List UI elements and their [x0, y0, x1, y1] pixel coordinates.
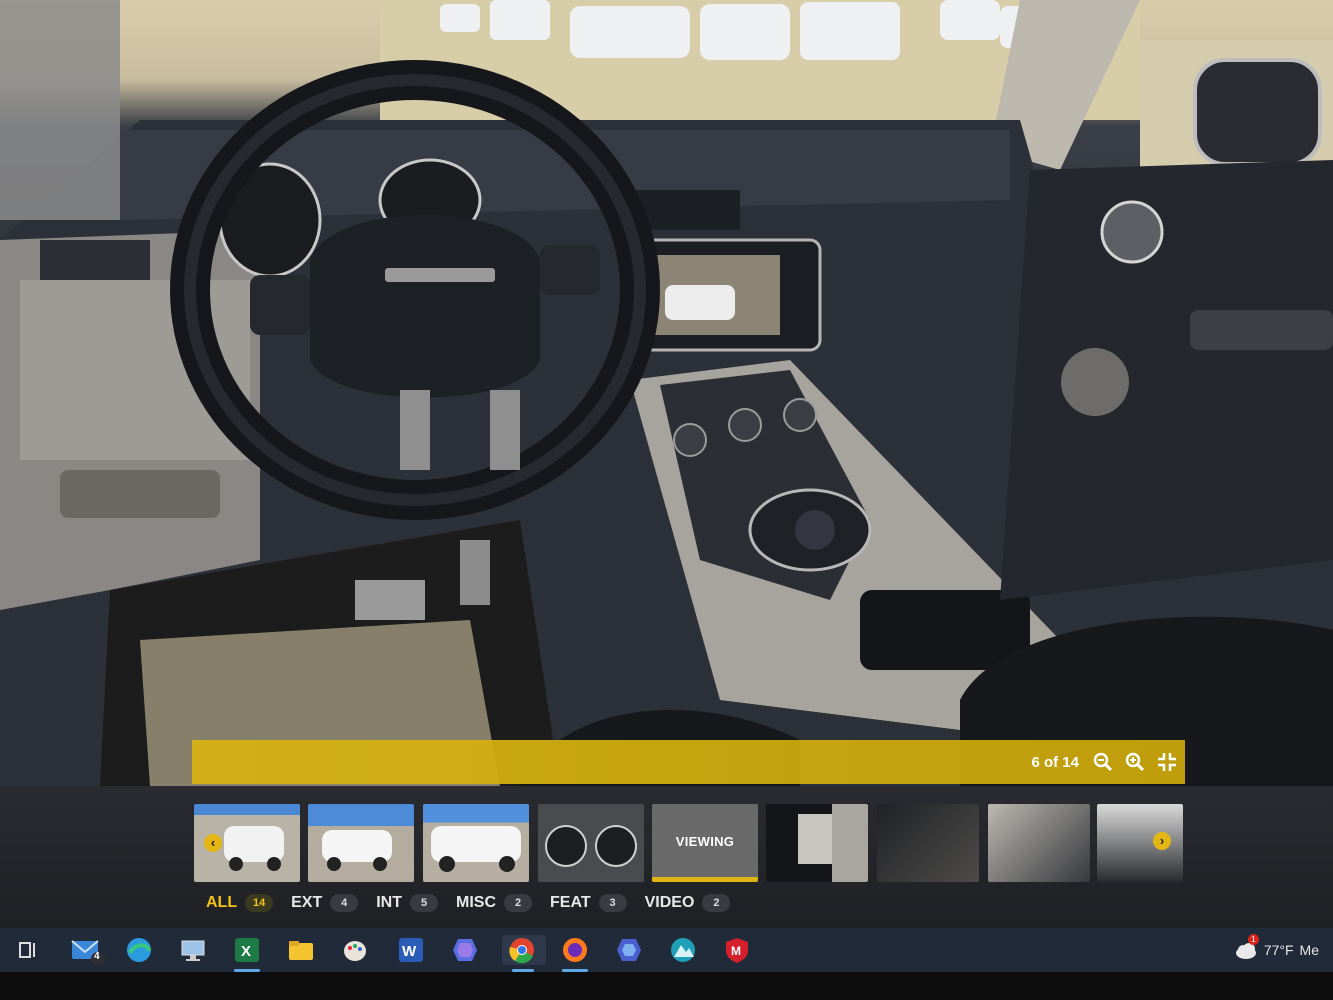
next-arrow-icon[interactable]: ›: [1153, 832, 1171, 850]
svg-text:W: W: [402, 943, 417, 960]
category-misc[interactable]: MISC 2: [456, 894, 533, 912]
task-view-icon[interactable]: [14, 935, 44, 965]
thumbnail-4[interactable]: [538, 804, 644, 882]
category-label: ALL: [206, 894, 238, 911]
category-label: MISC: [456, 894, 497, 911]
chrome-icon[interactable]: [502, 935, 546, 972]
category-label: VIDEO: [644, 894, 695, 911]
weather-description: Me: [1299, 942, 1319, 958]
category-label: INT: [376, 894, 403, 911]
excel-icon[interactable]: X: [232, 935, 262, 972]
category-count: 2: [504, 894, 533, 912]
category-ext[interactable]: EXT 4: [291, 894, 359, 912]
remote-desktop-icon[interactable]: [178, 935, 208, 965]
category-video[interactable]: VIDEO 2: [645, 894, 731, 912]
current-indicator: [652, 877, 758, 882]
collapse-fullscreen-icon[interactable]: [1155, 750, 1179, 774]
thumbnail-8[interactable]: [988, 804, 1090, 882]
thumbnail-strip: ‹ VIEWING › ALL 14 EXT 4 INT 5 MISC 2 FE…: [0, 786, 1333, 928]
monitor-bezel: [0, 972, 1333, 1000]
firefox-icon[interactable]: [560, 935, 590, 972]
thumbnail-6[interactable]: [766, 804, 868, 882]
edge-icon[interactable]: [124, 935, 154, 965]
category-count: 4: [330, 894, 359, 912]
viewer-caption-bar: 6 of 14: [192, 740, 1185, 784]
paint-icon[interactable]: [340, 935, 370, 965]
previous-arrow-icon[interactable]: ‹: [204, 834, 222, 852]
photo-viewer[interactable]: 6 of 14: [0, 0, 1333, 786]
category-label: FEAT: [550, 894, 591, 911]
temperature: 77°F: [1263, 942, 1294, 958]
thumbnail-7[interactable]: [877, 804, 979, 882]
category-count: 3: [598, 894, 627, 912]
file-explorer-icon[interactable]: [286, 935, 316, 965]
interior-photo: [0, 0, 1333, 786]
category-int[interactable]: INT 5: [376, 894, 439, 912]
category-count: 2: [702, 894, 731, 912]
copilot-icon[interactable]: [450, 935, 480, 965]
thumbnail-2[interactable]: [308, 804, 414, 882]
photos-icon[interactable]: [668, 935, 698, 965]
thumbnail-3[interactable]: [423, 804, 529, 882]
category-filters: ALL 14 EXT 4 INT 5 MISC 2 FEAT 3 VIDEO 2: [206, 894, 731, 912]
word-icon[interactable]: W: [396, 935, 426, 965]
mcafee-icon[interactable]: M: [722, 935, 752, 965]
category-feat[interactable]: FEAT 3: [550, 894, 627, 912]
thumbnail-1[interactable]: ‹: [194, 804, 300, 882]
zoom-in-icon[interactable]: [1123, 750, 1147, 774]
image-counter: 6 of 14: [1031, 754, 1079, 771]
mail-badge: 4: [94, 951, 100, 962]
category-count: 14: [245, 894, 274, 912]
thumbnail-current[interactable]: VIEWING: [652, 804, 758, 882]
weather-widget[interactable]: 1 77°F Me: [1234, 934, 1319, 960]
category-label: EXT: [291, 894, 323, 911]
notification-badge: 1: [1247, 934, 1259, 945]
category-all[interactable]: ALL 14: [206, 894, 274, 912]
zoom-out-icon[interactable]: [1091, 750, 1115, 774]
copilot-alt-icon[interactable]: [614, 935, 644, 965]
cloud-icon: 1: [1234, 934, 1259, 960]
taskbar: 4 X W M 1 77°F Me: [0, 928, 1333, 972]
category-count: 5: [410, 894, 439, 912]
mail-icon[interactable]: 4: [70, 935, 105, 966]
viewing-label: VIEWING: [675, 834, 735, 849]
svg-text:M: M: [731, 944, 741, 958]
svg-text:X: X: [241, 943, 251, 960]
thumbnail-9[interactable]: ›: [1097, 804, 1183, 882]
